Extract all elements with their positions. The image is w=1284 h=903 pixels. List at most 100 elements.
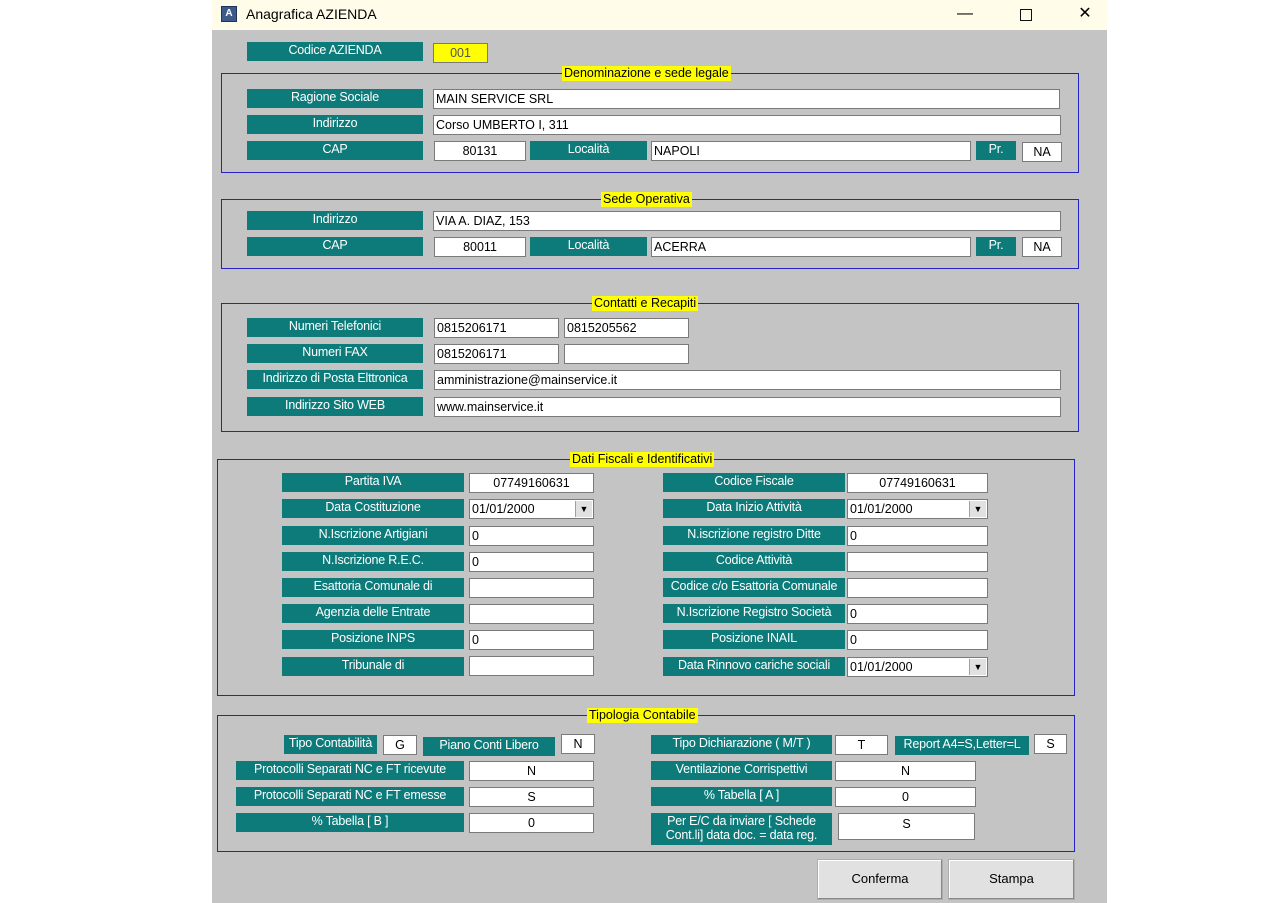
ventilazione-field[interactable]: N: [835, 761, 976, 781]
codice-fiscale-field[interactable]: 07749160631: [847, 473, 988, 493]
sede-legale-title: Denominazione e sede legale: [562, 66, 731, 81]
pr-legale-field[interactable]: NA: [1022, 142, 1062, 162]
indirizzo-legale-field[interactable]: Corso UMBERTO I, 311: [433, 115, 1061, 135]
minimize-button[interactable]: —: [942, 0, 988, 30]
tribunale-label: Tribunale di: [282, 657, 464, 676]
app-icon[interactable]: A: [221, 6, 237, 22]
telefono-1-field[interactable]: 0815206171: [434, 318, 559, 338]
tribunale-field[interactable]: [469, 656, 594, 676]
conferma-button[interactable]: Conferma: [817, 859, 943, 900]
cap-operativa-field[interactable]: 80011: [434, 237, 526, 257]
ragione-sociale-field[interactable]: MAIN SERVICE SRL: [433, 89, 1060, 109]
telefoni-label: Numeri Telefonici: [247, 318, 423, 337]
codice-azienda-label: Codice AZIENDA: [247, 42, 423, 61]
data-inizio-attivita-select[interactable]: 01/01/2000 ▼: [847, 499, 988, 519]
ragione-sociale-label: Ragione Sociale: [247, 89, 423, 108]
esattoria-comunale-label: Esattoria Comunale di: [282, 578, 464, 597]
indirizzo-operativa-field[interactable]: VIA A. DIAZ, 153: [433, 211, 1061, 231]
sede-operativa-title: Sede Operativa: [601, 192, 692, 207]
indirizzo-legale-label: Indirizzo: [247, 115, 423, 134]
ec-data-doc-field[interactable]: S: [838, 813, 975, 840]
fiscali-title: Dati Fiscali e Identificativi: [570, 452, 715, 467]
registro-ditte-label: N.iscrizione registro Ditte: [663, 526, 845, 545]
data-costituzione-select[interactable]: 01/01/2000 ▼: [469, 499, 594, 519]
tabella-b-label: % Tabella [ B ]: [236, 813, 464, 832]
iscrizione-artigiani-label: N.Iscrizione Artigiani: [282, 526, 464, 545]
protocolli-emesse-field[interactable]: S: [469, 787, 594, 807]
protocolli-emesse-label: Protocolli Separati NC e FT emesse: [236, 787, 464, 806]
ec-data-doc-label-line1: Per E/C da inviare [ Schede: [667, 814, 816, 828]
contatti-title: Contatti e Recapiti: [592, 296, 699, 311]
chevron-down-icon[interactable]: ▼: [969, 501, 986, 517]
posizione-inps-label: Posizione INPS: [282, 630, 464, 649]
chevron-down-icon[interactable]: ▼: [969, 659, 986, 675]
tabella-a-label: % Tabella [ A ]: [651, 787, 832, 806]
cap-legale-field[interactable]: 80131: [434, 141, 526, 161]
email-label: Indirizzo di Posta Elttronica: [247, 370, 423, 389]
piano-conti-field[interactable]: N: [561, 734, 595, 754]
codice-esattoria-field[interactable]: [847, 578, 988, 598]
localita-legale-label: Località: [530, 141, 647, 160]
data-costituzione-label: Data Costituzione: [282, 499, 464, 518]
iscrizione-artigiani-field[interactable]: 0: [469, 526, 594, 546]
partita-iva-label: Partita IVA: [282, 473, 464, 492]
rinnovo-cariche-label: Data Rinnovo cariche sociali: [663, 657, 845, 676]
fax-label: Numeri FAX: [247, 344, 423, 363]
piano-conti-label: Piano Conti Libero: [423, 737, 555, 756]
data-inizio-attivita-value: 01/01/2000: [850, 502, 913, 516]
web-field[interactable]: www.mainservice.it: [434, 397, 1061, 417]
iscrizione-rec-field[interactable]: 0: [469, 552, 594, 572]
tipo-contabilita-field[interactable]: G: [383, 735, 417, 755]
ventilazione-label: Ventilazione Corrispettivi: [651, 761, 832, 780]
pr-operativa-field[interactable]: NA: [1022, 237, 1062, 257]
localita-legale-field[interactable]: NAPOLI: [651, 141, 971, 161]
posizione-inps-field[interactable]: 0: [469, 630, 594, 650]
email-field[interactable]: amministrazione@mainservice.it: [434, 370, 1061, 390]
tabella-b-field[interactable]: 0: [469, 813, 594, 833]
report-format-field[interactable]: S: [1034, 734, 1067, 754]
protocolli-ricevute-label: Protocolli Separati NC e FT ricevute: [236, 761, 464, 780]
tipo-dichiarazione-field[interactable]: T: [835, 735, 888, 755]
codice-azienda-field[interactable]: 001: [433, 43, 488, 63]
fax-2-field[interactable]: [564, 344, 689, 364]
indirizzo-operativa-label: Indirizzo: [247, 211, 423, 230]
localita-operativa-field[interactable]: ACERRA: [651, 237, 971, 257]
title-bar: A Anagrafica AZIENDA — ✕: [212, 0, 1107, 30]
esattoria-comunale-field[interactable]: [469, 578, 594, 598]
posizione-inail-field[interactable]: 0: [847, 630, 988, 650]
telefono-2-field[interactable]: 0815205562: [564, 318, 689, 338]
stampa-button[interactable]: Stampa: [948, 859, 1075, 900]
fax-1-field[interactable]: 0815206171: [434, 344, 559, 364]
ec-data-doc-label-line2: Cont.li] data doc. = data reg.: [665, 828, 818, 842]
registro-societa-label: N.Iscrizione Registro Società: [663, 604, 845, 623]
partita-iva-field[interactable]: 07749160631: [469, 473, 594, 493]
pr-operativa-label: Pr.: [976, 237, 1016, 256]
tipologia-title: Tipologia Contabile: [587, 708, 698, 723]
cap-operativa-label: CAP: [247, 237, 423, 256]
protocolli-ricevute-field[interactable]: N: [469, 761, 594, 781]
codice-esattoria-label: Codice c/o Esattoria Comunale: [663, 578, 845, 597]
rinnovo-cariche-value: 01/01/2000: [850, 660, 913, 674]
codice-fiscale-label: Codice Fiscale: [663, 473, 845, 492]
rinnovo-cariche-select[interactable]: 01/01/2000 ▼: [847, 657, 988, 677]
maximize-icon: [1020, 9, 1032, 21]
chevron-down-icon[interactable]: ▼: [575, 501, 592, 517]
tabella-a-field[interactable]: 0: [835, 787, 976, 807]
web-label: Indirizzo Sito WEB: [247, 397, 423, 416]
agenzia-entrate-field[interactable]: [469, 604, 594, 624]
data-costituzione-value: 01/01/2000: [472, 502, 535, 516]
codice-attivita-field[interactable]: [847, 552, 988, 572]
iscrizione-rec-label: N.Iscrizione R.E.C.: [282, 552, 464, 571]
localita-operativa-label: Località: [530, 237, 647, 256]
report-format-label: Report A4=S,Letter=L: [895, 736, 1029, 755]
maximize-button[interactable]: [1003, 0, 1049, 30]
registro-ditte-field[interactable]: 0: [847, 526, 988, 546]
tipo-contabilita-label: Tipo Contabilità: [284, 735, 377, 754]
posizione-inail-label: Posizione INAIL: [663, 630, 845, 649]
ec-data-doc-label: Per E/C da inviare [ Schede Cont.li] dat…: [651, 813, 832, 845]
close-button[interactable]: ✕: [1062, 0, 1108, 30]
cap-legale-label: CAP: [247, 141, 423, 160]
pr-legale-label: Pr.: [976, 141, 1016, 160]
data-inizio-attivita-label: Data Inizio Attività: [663, 499, 845, 518]
registro-societa-field[interactable]: 0: [847, 604, 988, 624]
